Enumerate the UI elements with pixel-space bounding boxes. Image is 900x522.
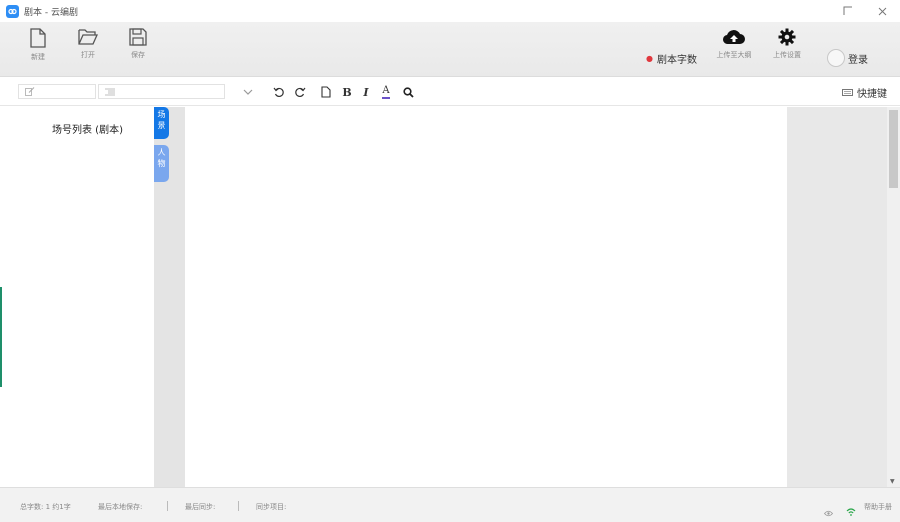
upload-to-outline-label: 上传至大纲 — [716, 51, 752, 59]
wifi-icon — [846, 501, 856, 520]
eye-icon[interactable] — [823, 502, 834, 521]
new-file-icon — [30, 28, 46, 48]
side-tabs-column: 场景 人物 — [154, 107, 185, 487]
left-edge-strip — [0, 287, 2, 387]
script-editor[interactable] — [185, 107, 787, 487]
vertical-scrollbar[interactable]: ▼ — [887, 107, 900, 487]
folder-open-icon — [78, 29, 98, 45]
total-words-status: 总字数: 1 约1字 — [20, 503, 71, 511]
new-button[interactable]: 新建 — [18, 28, 58, 74]
app-logo-icon — [6, 4, 19, 18]
close-icon — [878, 7, 886, 15]
italic-button[interactable]: I — [358, 84, 374, 100]
font-color-label: A — [382, 85, 390, 99]
status-divider — [167, 501, 168, 511]
status-bar: 总字数: 1 约1字 最后本地保存: 最后同步: 同步项目: 帮助手册 — [0, 487, 900, 522]
keyboard-icon — [842, 89, 853, 96]
scene-list-panel: 场号列表 (剧本) — [2, 107, 154, 487]
shortcut-button[interactable]: 快捷键 — [842, 85, 887, 100]
align-icon — [105, 88, 115, 95]
maximize-button[interactable] — [830, 0, 866, 22]
upload-to-outline-button[interactable]: 上传至大纲 — [711, 28, 757, 74]
search-icon[interactable] — [400, 84, 416, 100]
cloud-upload-icon — [722, 30, 745, 45]
shortcut-label: 快捷键 — [857, 89, 887, 100]
help-manual-link[interactable]: 帮助手册 — [864, 502, 892, 512]
word-count-button[interactable]: ● 剧本字数 — [646, 51, 697, 66]
tab-scene[interactable]: 场景 — [154, 107, 169, 139]
scroll-down-arrow-icon[interactable]: ▼ — [890, 478, 895, 485]
scene-list-title: 场号列表 (剧本) — [52, 125, 123, 136]
close-button[interactable] — [864, 0, 900, 22]
status-divider — [238, 501, 239, 511]
save-icon — [129, 28, 147, 46]
open-label: 打开 — [81, 51, 95, 59]
undo-icon[interactable] — [271, 84, 287, 100]
main-toolbar: 新建 打开 保存 ● 剧本字数 上传至大纲 上传设置 登录 — [0, 22, 900, 77]
tab-person[interactable]: 人物 — [154, 145, 169, 182]
maximize-icon — [843, 6, 852, 15]
word-count-label: 剧本字数 — [656, 55, 697, 66]
style-input[interactable] — [18, 84, 96, 99]
upload-settings-label: 上传设置 — [773, 51, 801, 59]
upload-settings-button[interactable]: 上传设置 — [766, 28, 808, 74]
bold-button[interactable]: B — [339, 84, 355, 100]
login-button[interactable]: 登录 — [827, 49, 868, 67]
sync-project-status: 同步项目: — [256, 503, 287, 511]
scrollbar-thumb[interactable] — [889, 110, 898, 188]
open-button[interactable]: 打开 — [68, 28, 108, 74]
page-icon[interactable] — [318, 84, 334, 100]
last-save-status: 最后本地保存: — [98, 503, 143, 511]
paragraph-input[interactable] — [98, 84, 225, 99]
edit-icon — [25, 87, 35, 96]
app-window: 剧本 - 云编剧 新建 打开 保存 ● 剧本字数 上传至大纲 上传设置 登录 B… — [0, 0, 900, 522]
avatar-icon — [827, 49, 845, 67]
format-bar: B I A — [0, 78, 900, 106]
chevron-down-icon[interactable] — [240, 84, 256, 100]
redo-icon[interactable] — [292, 84, 308, 100]
login-label: 登录 — [848, 54, 868, 66]
font-color-button[interactable]: A — [378, 84, 394, 100]
word-count-dot-icon: ● — [646, 54, 653, 63]
title-bar: 剧本 - 云编剧 — [0, 0, 900, 22]
save-button[interactable]: 保存 — [118, 28, 158, 74]
save-label: 保存 — [131, 51, 145, 59]
last-sync-status: 最后同步: — [185, 503, 216, 511]
right-gutter — [787, 107, 887, 487]
new-label: 新建 — [31, 53, 45, 61]
window-title: 剧本 - 云编剧 — [24, 7, 78, 18]
gear-icon — [778, 28, 796, 46]
